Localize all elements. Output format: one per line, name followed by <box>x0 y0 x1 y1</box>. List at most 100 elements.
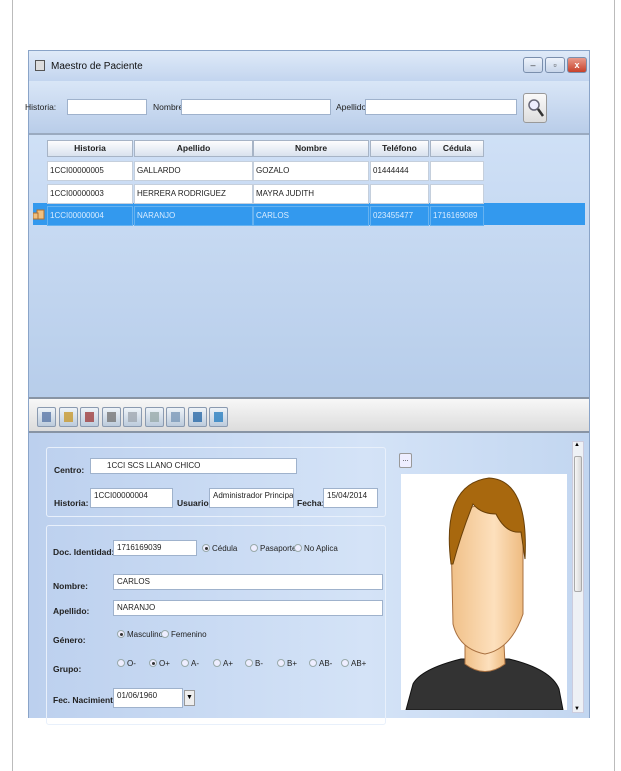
preview-button[interactable] <box>144 407 164 427</box>
maximize-button[interactable]: ▫ <box>545 57 565 73</box>
avatar-placeholder-icon <box>405 477 564 711</box>
radio-label: A- <box>191 659 199 668</box>
radio-label: Pasaporte <box>260 544 297 553</box>
grupo-radio[interactable]: B- <box>245 659 263 668</box>
grupo-radio[interactable]: B+ <box>277 659 297 668</box>
photo-browse-button[interactable]: ... <box>399 453 412 468</box>
nacimiento-field[interactable]: 01/06/1960 <box>113 688 183 708</box>
cell-telefono[interactable]: 01444444 <box>370 161 429 181</box>
scroll-thumb[interactable] <box>574 456 582 592</box>
genero-radio[interactable]: Femenino <box>161 630 207 639</box>
column-header-nombre[interactable]: Nombre <box>253 140 369 157</box>
doc-type-radio[interactable]: Pasaporte <box>250 544 296 553</box>
cell-nombre[interactable]: GOZALO <box>253 161 369 181</box>
scroll-up-icon[interactable]: ▲ <box>574 442 580 448</box>
centro-field[interactable]: 1CCI SCS LLANO CHICO <box>90 458 297 474</box>
historia-search-input[interactable] <box>67 99 147 115</box>
edit-button[interactable] <box>58 407 78 427</box>
column-header-historia[interactable]: Historia <box>47 140 133 157</box>
nombre-field[interactable]: CARLOS <box>113 574 383 590</box>
app-icon <box>35 60 45 71</box>
radio-icon <box>250 544 258 552</box>
toolbar <box>29 397 589 433</box>
nacimiento-label: Fec. Nacimiento: <box>53 695 122 705</box>
genero-label: Género: <box>53 635 86 645</box>
grupo-radio[interactable]: A+ <box>213 659 233 668</box>
grupo-radio[interactable]: A- <box>181 659 199 668</box>
save-icon <box>42 412 51 422</box>
doc-identidad-field[interactable]: 1716169039 <box>113 540 197 556</box>
close-button[interactable]: x <box>567 57 587 73</box>
grupo-radio[interactable]: O- <box>117 659 136 668</box>
cell-cedula[interactable]: 1716169089 <box>430 206 484 226</box>
historia-field[interactable]: 1CCI00000004 <box>90 488 173 508</box>
import-icon <box>192 412 202 422</box>
grupo-radio[interactable]: O+ <box>149 659 170 668</box>
fecha-label: Fecha: <box>297 498 325 508</box>
patients-grid: Historia Apellido Nombre Teléfono Cédula… <box>29 133 589 397</box>
centro-label: Centro: <box>54 465 85 475</box>
export-button[interactable] <box>209 407 228 427</box>
apellido-search-input[interactable] <box>365 99 517 115</box>
radio-icon <box>341 659 349 667</box>
radio-label: AB+ <box>351 659 367 668</box>
table-row[interactable]: 1CCI00000004 NARANJO CARLOS 023455477 171616… <box>29 206 589 229</box>
scroll-down-icon[interactable]: ▼ <box>574 706 580 712</box>
usuario-label: Usuario: <box>177 498 212 508</box>
cell-historia[interactable]: 1CCI00000005 <box>47 161 133 181</box>
delete-icon <box>85 412 94 422</box>
grupo-radio[interactable]: AB- <box>309 659 332 668</box>
patient-photo <box>401 474 567 711</box>
cell-cedula[interactable] <box>430 161 484 181</box>
edit-icon <box>63 412 73 422</box>
patient-group: Doc. Identidad: 1716169039 Cédula Pasapor… <box>46 525 386 725</box>
fecha-field[interactable]: 15/04/2014 <box>323 488 378 508</box>
cell-telefono[interactable] <box>370 184 429 204</box>
historia-label: Historia: <box>54 498 89 508</box>
table-row[interactable]: 1CCI00000005 GALLARDO GOZALO 01444444 <box>29 161 589 183</box>
doc-type-radio[interactable]: No Aplica <box>294 544 338 553</box>
print-button[interactable] <box>166 407 185 427</box>
date-dropdown-button[interactable]: ▼ <box>184 690 195 706</box>
apellido-field[interactable]: NARANJO <box>113 600 383 616</box>
column-header-telefono[interactable]: Teléfono <box>370 140 429 157</box>
column-header-cedula[interactable]: Cédula <box>430 140 484 157</box>
historia-search-label: Historia: <box>25 102 57 112</box>
cell-apellido[interactable]: NARANJO <box>134 206 253 226</box>
usuario-field[interactable]: Administrador Principal <box>209 488 294 508</box>
list-button[interactable] <box>101 407 121 427</box>
document-button[interactable] <box>123 407 142 427</box>
doc-identidad-label: Doc. Identidad: <box>53 547 115 557</box>
delete-button[interactable] <box>80 407 99 427</box>
radio-label: O+ <box>159 659 170 668</box>
search-button[interactable] <box>523 93 547 123</box>
cell-telefono[interactable]: 023455477 <box>370 206 429 226</box>
genero-radio[interactable]: Masculino <box>117 630 163 639</box>
cell-nombre[interactable]: CARLOS <box>253 206 369 226</box>
window-title: Maestro de Paciente <box>51 61 143 72</box>
chevron-down-icon: ▼ <box>186 694 193 701</box>
radio-label: AB- <box>319 659 333 668</box>
column-header-apellido[interactable]: Apellido <box>134 140 253 157</box>
cell-cedula[interactable] <box>430 184 484 204</box>
cell-historia[interactable]: 1CCI00000004 <box>47 206 133 226</box>
radio-label: No Aplica <box>304 544 338 553</box>
nombre-search-input[interactable] <box>181 99 331 115</box>
save-button[interactable] <box>37 407 56 427</box>
list-icon <box>106 412 116 422</box>
table-row[interactable]: 1CCI00000003 HERRERA RODRIGUEZ MAYRA JUDIT… <box>29 184 589 206</box>
print-icon <box>171 412 180 422</box>
cell-apellido[interactable]: GALLARDO <box>134 161 253 181</box>
grupo-radio[interactable]: AB+ <box>341 659 366 668</box>
radio-label: B+ <box>287 659 298 668</box>
cell-nombre[interactable]: MAYRA JUDITH <box>253 184 369 204</box>
cell-apellido[interactable]: HERRERA RODRIGUEZ <box>134 184 253 204</box>
import-button[interactable] <box>187 407 207 427</box>
nombre-label: Nombre: <box>53 581 88 591</box>
grupo-label: Grupo: <box>53 664 82 674</box>
apellido-search-label: Apellido: <box>336 102 369 112</box>
cell-historia[interactable]: 1CCI00000003 <box>47 184 133 204</box>
doc-type-radio[interactable]: Cédula <box>202 544 237 553</box>
detail-scrollbar[interactable]: ▲ ▼ <box>572 441 584 713</box>
minimize-button[interactable]: – <box>523 57 543 73</box>
